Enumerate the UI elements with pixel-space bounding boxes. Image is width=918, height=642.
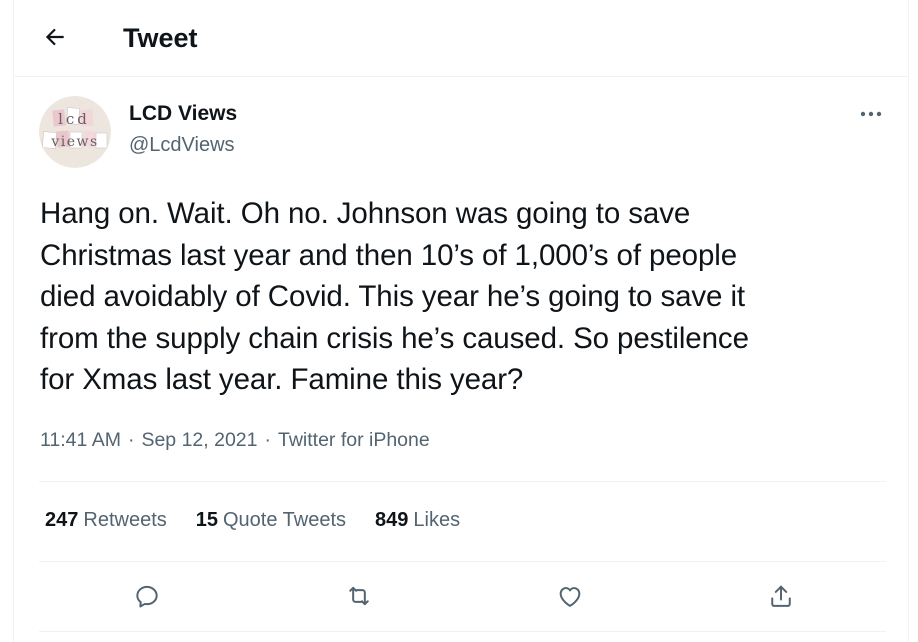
likes-stat[interactable]: 849 Likes	[375, 507, 460, 533]
divider	[39, 481, 886, 482]
avatar[interactable]: lcd views	[39, 96, 111, 168]
avatar-text-top: lcd	[58, 110, 90, 128]
meta-separator: ·	[264, 429, 271, 451]
avatar-text-bottom: views	[50, 134, 98, 150]
divider	[39, 631, 886, 632]
meta-separator: ·	[127, 429, 135, 451]
share-button[interactable]	[763, 578, 799, 614]
reply-button[interactable]	[129, 578, 165, 614]
retweets-stat[interactable]: 247 Retweets	[45, 507, 167, 533]
tweet-source[interactable]: Twitter for iPhone	[278, 427, 430, 453]
retweets-label: Retweets	[83, 509, 167, 531]
likes-label: Likes	[413, 509, 461, 531]
divider	[39, 561, 886, 562]
tweet-time[interactable]: 11:41 AM	[40, 427, 121, 453]
quote-tweets-label: Quote Tweets	[223, 509, 347, 531]
reply-icon	[133, 582, 161, 610]
tweet-text: Hang on. Wait. Oh no. Johnson was going …	[40, 197, 749, 396]
author-handle[interactable]: @LcdViews	[129, 131, 235, 159]
more-button[interactable]	[856, 104, 886, 124]
tweet-date[interactable]: Sep 12, 2021	[141, 427, 257, 453]
likes-count: 849	[375, 509, 409, 531]
tweet-stats: 247 Retweets 15 Quote Tweets 849 Likes	[45, 507, 460, 533]
author-display-name[interactable]: LCD Views	[129, 100, 237, 128]
retweet-icon	[345, 582, 373, 610]
retweets-count: 247	[45, 509, 79, 531]
tweet-metadata: 11:41 AM · Sep 12, 2021 · Twitter for iP…	[40, 427, 430, 453]
tweet-detail-column: Tweet lcd views LCD Views @LcdViews Hang…	[13, 0, 909, 642]
share-icon	[767, 582, 795, 610]
quote-tweets-stat[interactable]: 15 Quote Tweets	[196, 507, 346, 533]
more-horizontal-icon	[859, 110, 883, 118]
arrow-left-icon	[42, 24, 68, 50]
back-button[interactable]	[40, 22, 70, 52]
retweet-button[interactable]	[341, 578, 377, 614]
like-button[interactable]	[552, 578, 588, 614]
like-icon	[556, 582, 584, 610]
page-header: Tweet	[14, 0, 908, 77]
page-title: Tweet	[123, 23, 198, 53]
quote-tweets-count: 15	[195, 509, 218, 531]
